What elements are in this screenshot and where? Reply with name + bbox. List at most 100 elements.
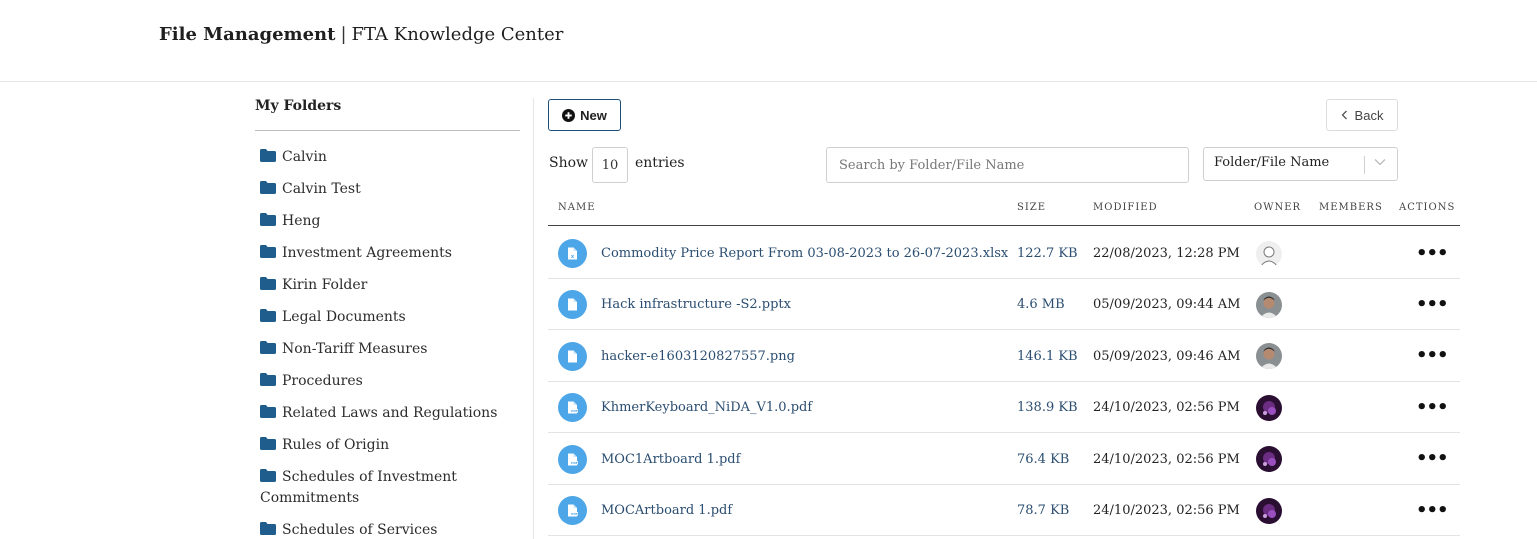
folder-label: Heng	[282, 213, 321, 229]
table-header-line	[548, 225, 1460, 226]
table-row[interactable]: PDF KhmerKeyboard_NiDA_V1.0.pdf 138.9 KB 24…	[548, 382, 1460, 434]
folder-label: Schedules of Services	[282, 522, 438, 538]
table-row[interactable]: Hack infrastructure -S2.pptx 4.6 MB 05/09/…	[548, 279, 1460, 331]
show-label: Show	[549, 155, 589, 171]
folder-icon	[260, 180, 276, 194]
folder-item[interactable]: Related Laws and Regulations	[255, 403, 520, 424]
pdf-file-icon: PDF	[558, 393, 587, 423]
chevron-left-icon	[1341, 110, 1347, 120]
folder-label: Calvin Test	[282, 181, 361, 197]
file-icon	[558, 341, 587, 371]
file-modified: 24/10/2023, 02:56 PM	[1093, 400, 1240, 416]
folder-item[interactable]: Heng	[255, 211, 520, 232]
column-header-modified[interactable]: Modified	[1093, 202, 1158, 213]
row-actions-menu[interactable]: •••	[1416, 398, 1449, 416]
file-size: 76.4 KB	[1017, 451, 1070, 467]
folder-item[interactable]: Schedules of Services	[255, 520, 520, 539]
file-modified: 05/09/2023, 09:46 AM	[1093, 348, 1241, 364]
folder-icon	[260, 404, 276, 418]
svg-text:PDF: PDF	[571, 512, 578, 516]
page-title: File Management | FTA Knowledge Center	[159, 24, 563, 45]
row-actions-menu[interactable]: •••	[1416, 295, 1449, 313]
entries-per-page-select[interactable]: 10	[592, 147, 628, 183]
search-input[interactable]	[826, 147, 1189, 183]
purple-user-avatar	[1256, 497, 1282, 524]
folder-item[interactable]: Non-Tariff Measures	[255, 339, 520, 360]
column-header-actions: Actions	[1399, 202, 1456, 213]
back-button-label: Back	[1354, 107, 1384, 123]
file-modified: 05/09/2023, 09:44 AM	[1093, 297, 1241, 313]
page-title-main: File Management	[159, 24, 336, 45]
new-button-label: New	[580, 107, 607, 123]
column-header-members[interactable]: Members	[1319, 202, 1383, 213]
new-button[interactable]: New	[548, 99, 621, 131]
folder-item[interactable]: Procedures	[255, 371, 520, 392]
filter-selected-value: Folder/File Name	[1214, 155, 1330, 170]
pdf-file-icon: PDF	[558, 444, 587, 474]
folder-item[interactable]: Schedules of Investment Commitments	[255, 467, 520, 509]
folder-item[interactable]: Rules of Origin	[255, 435, 520, 456]
folder-label: Non-Tariff Measures	[282, 341, 428, 357]
folder-label: Procedures	[282, 373, 363, 389]
back-button[interactable]: Back	[1326, 99, 1398, 131]
folder-label: Calvin	[282, 149, 327, 165]
folder-icon	[260, 340, 276, 354]
folders-sidebar: My Folders Calvin Calvin Test Heng Investme…	[255, 98, 520, 539]
folder-icon	[260, 148, 276, 162]
title-separator: |	[340, 24, 347, 45]
file-size: 4.6 MB	[1017, 297, 1065, 313]
folder-icon	[260, 212, 276, 226]
sidebar-divider	[533, 98, 534, 539]
column-header-owner[interactable]: Owner	[1254, 202, 1301, 213]
folder-label: Kirin Folder	[282, 277, 368, 293]
folder-list: Calvin Calvin Test Heng Investment Agreemen…	[255, 147, 520, 539]
file-size: 138.9 KB	[1017, 400, 1078, 416]
column-header-name[interactable]: Name	[558, 202, 596, 213]
file-name-link[interactable]: hacker-e1603120827557.png	[601, 349, 795, 364]
file-name-link[interactable]: MOC1Artboard 1.pdf	[601, 452, 740, 467]
folder-label: Schedules of Investment Commitments	[260, 469, 457, 506]
row-actions-menu[interactable]: •••	[1416, 347, 1449, 365]
folder-icon	[260, 372, 276, 386]
svg-text:PDF: PDF	[571, 409, 578, 413]
purple-user-avatar	[1256, 446, 1282, 473]
column-header-size[interactable]: Size	[1017, 202, 1046, 213]
excel-file-icon: x	[558, 239, 587, 268]
row-actions-menu[interactable]: •••	[1416, 244, 1449, 262]
table-row[interactable]: PDF MOCArtboard 1.pdf 78.7 KB 24/10/2023, 0…	[548, 485, 1460, 536]
folder-label: Rules of Origin	[282, 437, 390, 453]
search-filter-select[interactable]: Folder/File Name	[1203, 147, 1398, 181]
file-modified: 22/08/2023, 12:28 PM	[1093, 246, 1240, 261]
select-divider	[1364, 156, 1365, 174]
folder-icon	[260, 521, 276, 535]
table-row[interactable]: PDF MOC1Artboard 1.pdf 76.4 KB 24/10/2023, …	[548, 434, 1460, 485]
entries-label: entries	[635, 155, 685, 171]
table-row[interactable]: x Commodity Price Report From 03-08-2023 …	[548, 228, 1460, 279]
file-name-link[interactable]: KhmerKeyboard_NiDA_V1.0.pdf	[601, 400, 812, 415]
chevron-down-icon	[1374, 159, 1386, 166]
sidebar-title: My Folders	[255, 98, 520, 131]
folder-item[interactable]: Legal Documents	[255, 307, 520, 328]
file-name-link[interactable]: Hack infrastructure -S2.pptx	[601, 297, 791, 312]
pdf-file-icon: PDF	[558, 496, 587, 525]
table-row[interactable]: hacker-e1603120827557.png 146.1 KB 05/09/2…	[548, 331, 1460, 382]
page-title-sub: FTA Knowledge Center	[351, 24, 564, 45]
file-modified: 24/10/2023, 02:56 PM	[1093, 451, 1240, 467]
file-name-link[interactable]: Commodity Price Report From 03-08-2023 t…	[601, 246, 1008, 261]
row-actions-menu[interactable]: •••	[1416, 501, 1449, 519]
folder-item[interactable]: Calvin	[255, 147, 520, 168]
file-size: 78.7 KB	[1017, 503, 1070, 518]
user-photo-avatar	[1256, 343, 1282, 370]
folder-item[interactable]: Kirin Folder	[255, 275, 520, 296]
folder-icon	[260, 244, 276, 258]
folder-item[interactable]: Calvin Test	[255, 179, 520, 200]
default-user-avatar	[1256, 240, 1282, 267]
folder-icon	[260, 436, 276, 450]
folder-icon	[260, 468, 276, 482]
file-name-link[interactable]: MOCArtboard 1.pdf	[601, 503, 732, 518]
row-actions-menu[interactable]: •••	[1416, 450, 1449, 468]
folder-label: Related Laws and Regulations	[282, 405, 498, 421]
file-size: 122.7 KB	[1017, 246, 1078, 261]
svg-text:PDF: PDF	[571, 461, 578, 465]
folder-item[interactable]: Investment Agreements	[255, 243, 520, 264]
